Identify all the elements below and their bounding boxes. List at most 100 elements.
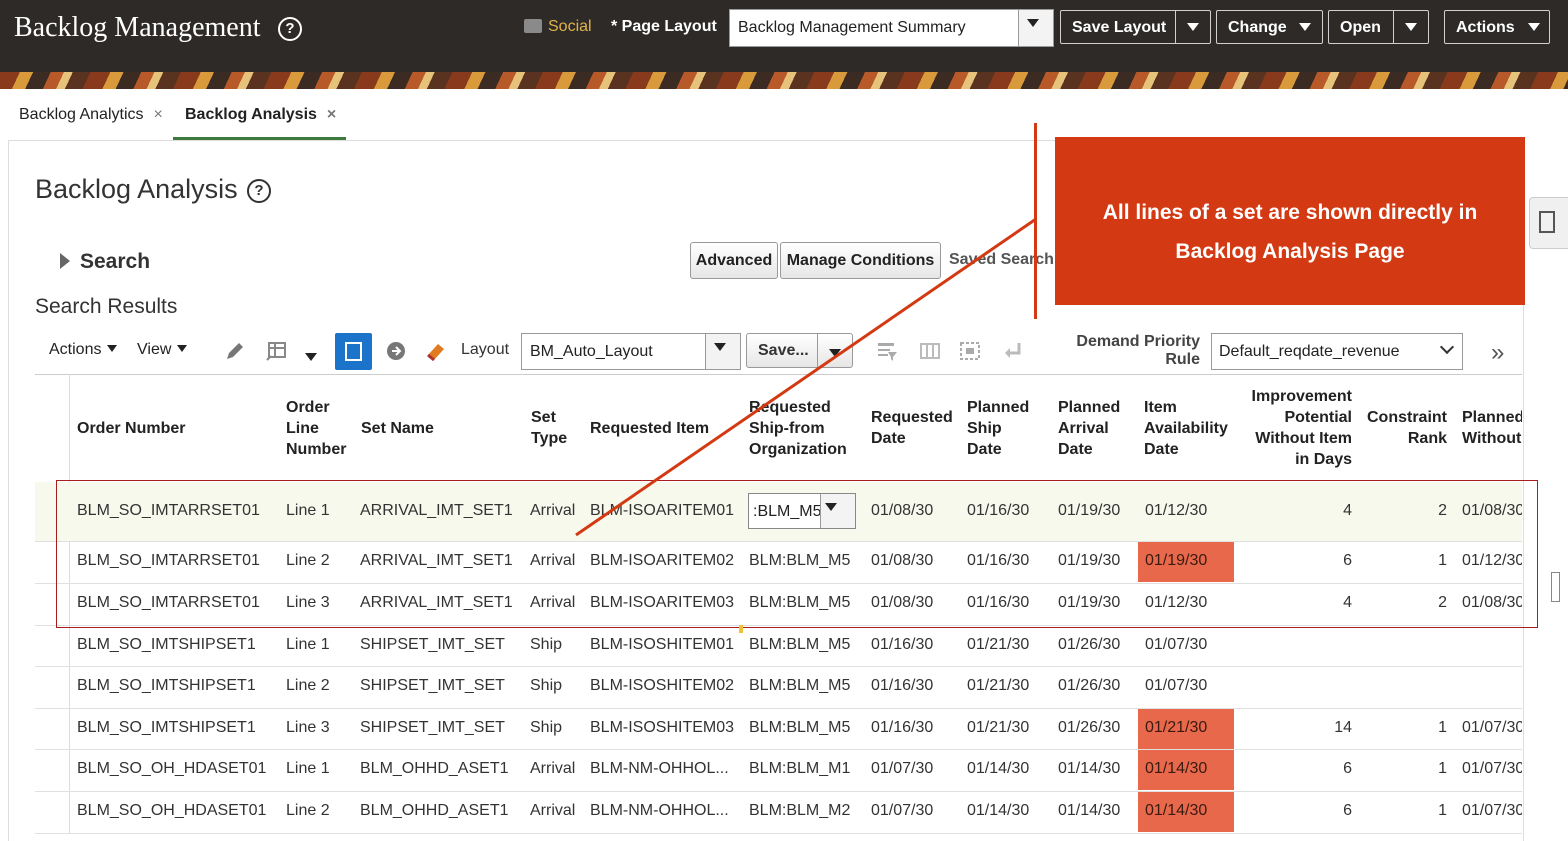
close-icon[interactable]: × bbox=[327, 106, 336, 123]
page-title: Backlog Analysis bbox=[35, 174, 238, 204]
row-divider bbox=[35, 666, 1522, 667]
social-link[interactable]: Social bbox=[524, 18, 592, 36]
app-title: Backlog Management bbox=[14, 12, 261, 43]
help-icon[interactable]: ? bbox=[247, 179, 271, 203]
detach-table-button[interactable] bbox=[335, 333, 372, 370]
col-header-set-type[interactable]: Set Type bbox=[531, 407, 567, 449]
side-panel-toggle[interactable] bbox=[1529, 197, 1568, 249]
layout-label: Layout bbox=[461, 341, 510, 358]
requested-item-cell: BLM-NM-OHHOL... bbox=[590, 802, 729, 819]
view-menu[interactable]: View bbox=[137, 341, 188, 359]
col-header-line: in Days bbox=[1295, 451, 1352, 468]
freeze-columns-icon[interactable] bbox=[265, 340, 287, 362]
page-layout-dropdown[interactable] bbox=[1018, 10, 1053, 46]
actions-menu[interactable]: Actions bbox=[49, 341, 118, 359]
more-columns-icon[interactable]: » bbox=[1491, 339, 1504, 367]
chevron-down-icon bbox=[1187, 23, 1199, 31]
freeze-dropdown[interactable] bbox=[305, 348, 317, 366]
col-header-line: Rank bbox=[1407, 430, 1447, 447]
actions-menu-label: Actions bbox=[49, 341, 102, 358]
col-header-line: Arrival bbox=[1058, 420, 1109, 437]
improvement-potential-cell: 6 bbox=[1343, 802, 1352, 819]
planned-arrival-date-cell: 01/26/30 bbox=[1058, 636, 1121, 653]
close-icon[interactable]: × bbox=[154, 106, 163, 123]
open-menu[interactable] bbox=[1393, 11, 1428, 43]
demand-priority-rule-select[interactable]: Default_reqdate_revenue bbox=[1211, 333, 1463, 370]
requested-date-cell: 01/07/30 bbox=[871, 802, 934, 819]
chevron-down-icon bbox=[107, 345, 118, 352]
constraint-rank-cell: 1 bbox=[1438, 719, 1447, 736]
col-header-line: Item bbox=[1144, 399, 1177, 416]
chevron-down-icon bbox=[1405, 23, 1417, 31]
disclosure-triangle-icon[interactable] bbox=[60, 253, 70, 269]
row-divider bbox=[35, 791, 1522, 792]
line-number-cell: Line 2 bbox=[286, 677, 330, 694]
col-header-planned-arrival-date[interactable]: Planned Arrival Date bbox=[1058, 397, 1120, 460]
col-header-order-number[interactable]: Order Number bbox=[77, 418, 185, 439]
constraint-rank-cell: 1 bbox=[1438, 802, 1447, 819]
requested-date-cell: 01/16/30 bbox=[871, 636, 934, 653]
open-label: Open bbox=[1340, 19, 1381, 36]
save-layout-menu[interactable] bbox=[1175, 11, 1210, 43]
tab-backlog-analysis[interactable]: Backlog Analysis × bbox=[185, 106, 336, 124]
collapse-handle[interactable] bbox=[1551, 572, 1560, 602]
planned-ship-date-cell: 01/21/30 bbox=[967, 719, 1030, 736]
page-layout-select[interactable]: Backlog Management Summary bbox=[729, 9, 1054, 47]
dpr-label-line1: Demand Priority bbox=[1076, 333, 1200, 350]
col-header-item-availability-date[interactable]: Item Availability Date bbox=[1144, 397, 1228, 460]
planned-arrival-date-cell: 01/14/30 bbox=[1058, 802, 1121, 819]
col-header-line: Availability bbox=[1144, 420, 1228, 437]
set-type-cell: Ship bbox=[530, 719, 563, 736]
ship-from-org-cell: BLM:BLM_M5 bbox=[749, 677, 851, 694]
document-icon bbox=[1539, 211, 1555, 233]
callout-pointer-line bbox=[575, 217, 1037, 537]
order-number-cell: BLM_SO_OH_HDASET01 bbox=[77, 760, 267, 777]
clear-eraser-icon[interactable] bbox=[425, 340, 447, 362]
requested-item-cell: BLM-ISOSHITEM03 bbox=[590, 719, 735, 736]
search-section-toggle[interactable]: Search bbox=[80, 250, 150, 274]
col-header-line: Date bbox=[1144, 441, 1179, 458]
tab-backlog-analytics[interactable]: Backlog Analytics × bbox=[19, 106, 163, 124]
callout-line1: All lines of a set are shown directly in bbox=[1102, 201, 1478, 224]
col-header-line: Potential bbox=[1284, 409, 1352, 426]
col-header-planned-without[interactable]: Planned Without bbox=[1462, 407, 1522, 449]
set-type-cell: Arrival bbox=[530, 760, 576, 777]
planned-ship-date-cell: 01/14/30 bbox=[967, 760, 1030, 777]
edit-pencil-icon[interactable] bbox=[224, 340, 246, 362]
col-header-order-line-number[interactable]: Order Line Number bbox=[286, 397, 346, 460]
improvement-potential-cell: 14 bbox=[1334, 719, 1352, 736]
planned-without-cell: 01/07/30 bbox=[1462, 760, 1522, 777]
requested-date-cell: 01/07/30 bbox=[871, 760, 934, 777]
change-button[interactable]: Change bbox=[1216, 10, 1323, 44]
dpr-select-value: Default_reqdate_revenue bbox=[1219, 343, 1400, 360]
item-availability-date-cell: 01/07/30 bbox=[1145, 636, 1208, 653]
col-header-line: Planned bbox=[1462, 409, 1522, 426]
go-arrow-icon[interactable] bbox=[385, 340, 407, 362]
col-header-constraint-rank[interactable]: Constraint Rank bbox=[1360, 407, 1447, 449]
actions-button[interactable]: Actions bbox=[1444, 10, 1550, 44]
requested-item-cell: BLM-ISOSHITEM02 bbox=[590, 677, 735, 694]
line-number-cell: Line 2 bbox=[286, 802, 330, 819]
requested-date-cell: 01/16/30 bbox=[871, 719, 934, 736]
planned-ship-date-cell: 01/21/30 bbox=[967, 636, 1030, 653]
page-layout-value: Backlog Management Summary bbox=[738, 19, 966, 36]
col-header-line: Set bbox=[531, 409, 556, 426]
save-layout-label: Save Layout bbox=[1072, 19, 1167, 36]
requested-item-cell: BLM-NM-OHHOL... bbox=[590, 760, 729, 777]
open-button[interactable]: Open bbox=[1328, 10, 1429, 44]
tab-label: Backlog Analytics bbox=[19, 106, 144, 123]
col-header-set-name[interactable]: Set Name bbox=[361, 418, 434, 439]
line-number-cell: Line 1 bbox=[286, 760, 330, 777]
save-layout-button[interactable]: Save Layout bbox=[1060, 10, 1211, 44]
col-header-line: Improvement bbox=[1251, 388, 1352, 405]
search-results-title: Search Results bbox=[35, 295, 178, 318]
help-icon[interactable]: ? bbox=[278, 17, 302, 41]
col-header-line: Constraint bbox=[1367, 409, 1447, 426]
set-type-cell: Ship bbox=[530, 677, 563, 694]
tab-label: Backlog Analysis bbox=[185, 106, 317, 123]
callout-line2: Backlog Analysis Page bbox=[1175, 240, 1405, 263]
col-header-line: Type bbox=[531, 430, 568, 447]
ship-from-org-cell: BLM:BLM_M1 bbox=[749, 760, 851, 777]
requested-item-cell: BLM-ISOSHITEM01 bbox=[590, 636, 735, 653]
col-header-improvement-potential[interactable]: Improvement Potential Without Item in Days bbox=[1230, 386, 1352, 470]
